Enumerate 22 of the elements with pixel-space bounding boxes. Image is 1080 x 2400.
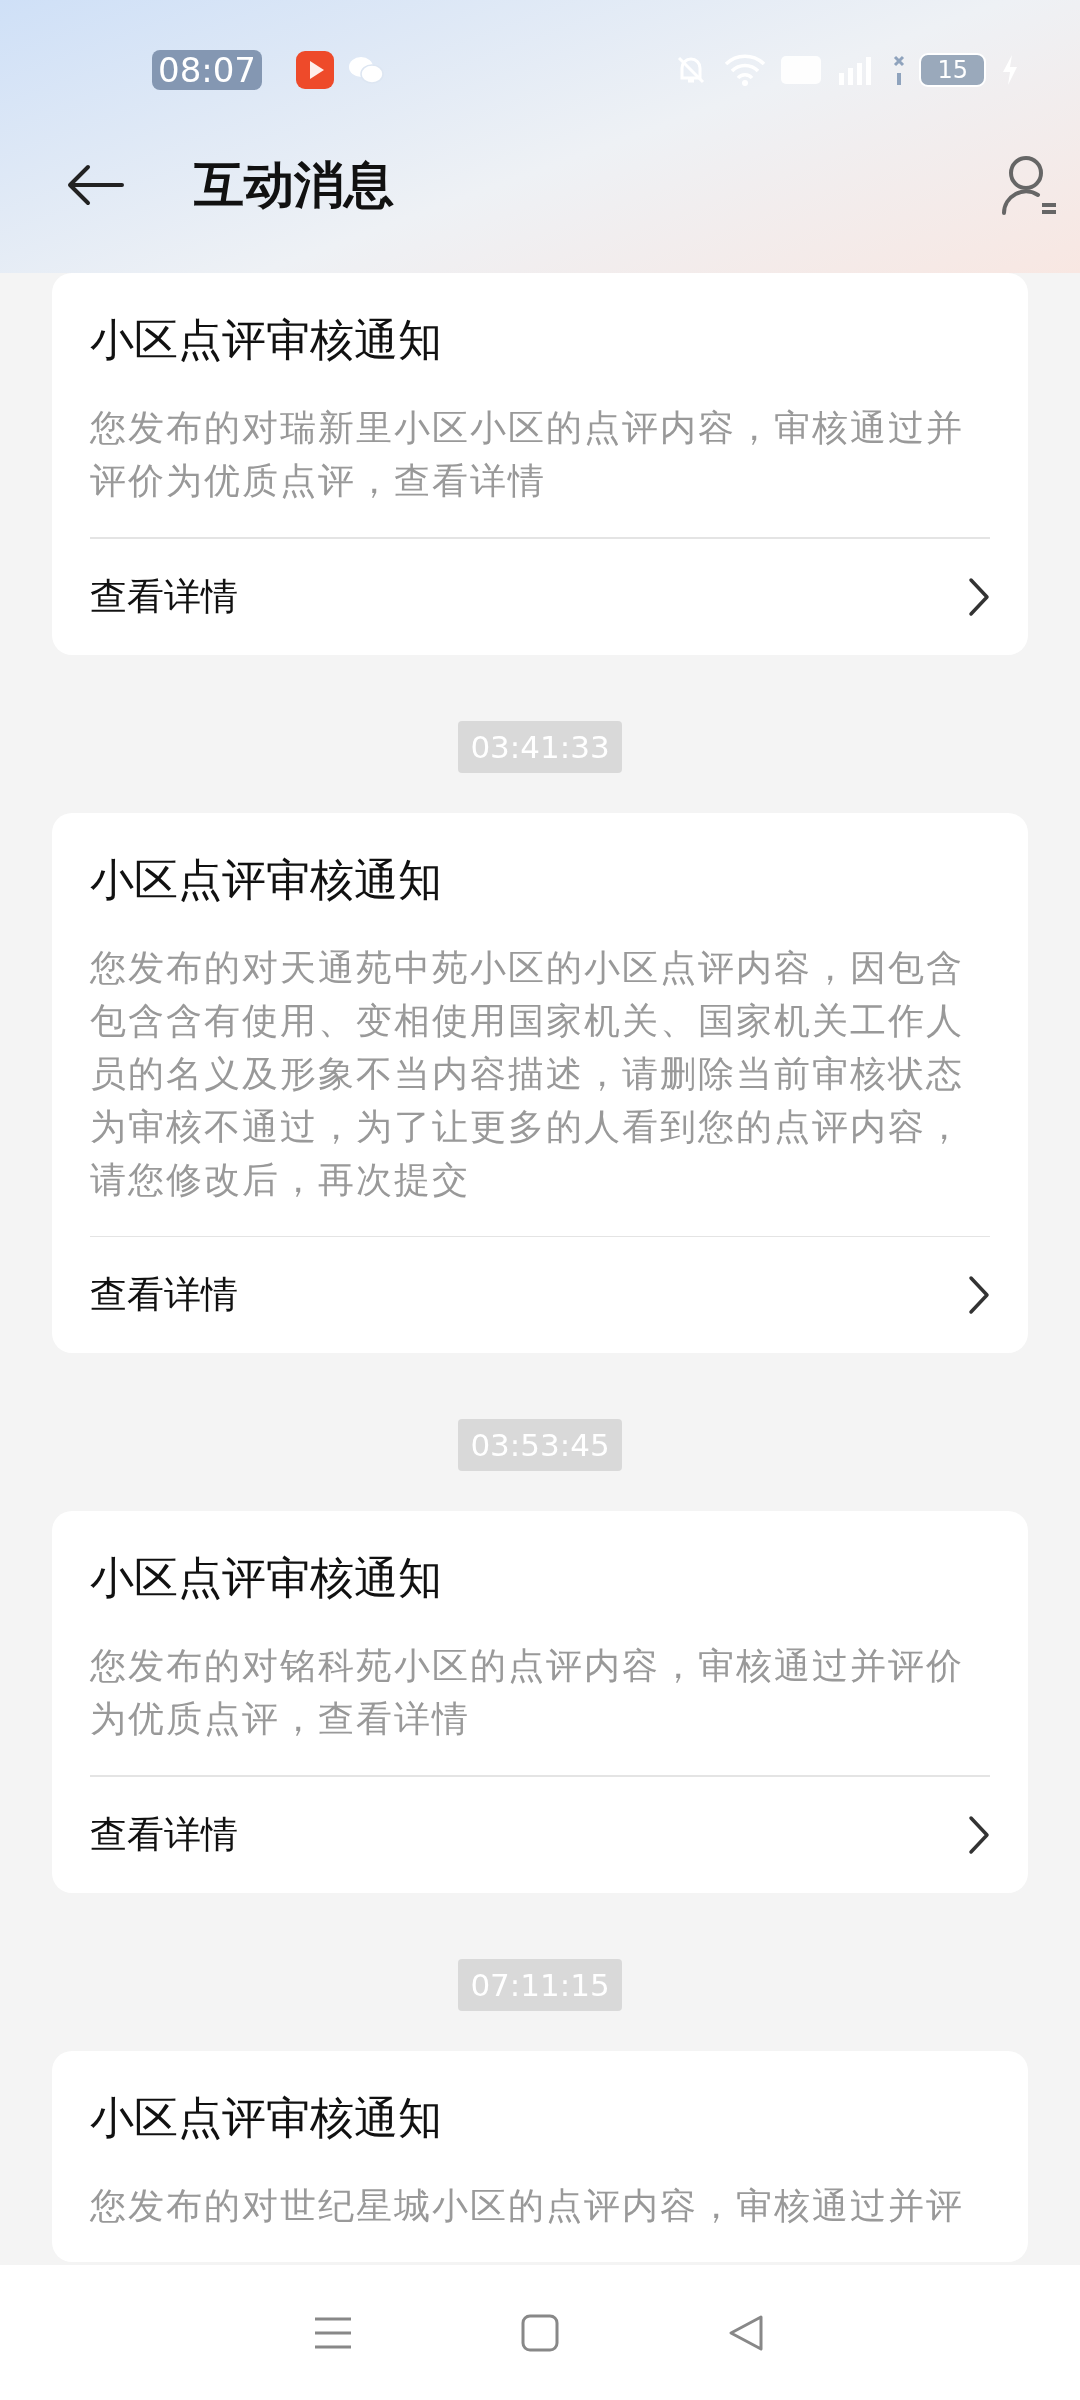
clock-time: 08:07 [152, 50, 262, 90]
message-title: 小区点评审核通知 [90, 2090, 443, 2145]
message-text: 您发布的对天通苑中苑小区的小区点评内容，因包含包含含有使用、变相使用国家机关、国家机关工作人员的名义及形象不当内容描述，请删除当前审核状态为审核不通过，为了让更多的人看到您的点评内容，请您修改后，再次提交 [90, 945, 965, 1202]
back-arrow-icon[interactable] [66, 163, 126, 207]
view-details-link[interactable]: 查看详情 [90, 1237, 990, 1353]
home-square-icon[interactable] [520, 2312, 560, 2353]
message-title: 小区点评审核通知 [90, 1551, 443, 1605]
view-details-link[interactable]: 查看详情 [90, 1776, 990, 1893]
view-details-link[interactable]: 查看详情 [90, 538, 990, 655]
message-text: 您发布的对世纪星城小区的点评内容，审核通过并评 [90, 2183, 965, 2228]
battery-icon: 15 [919, 53, 986, 87]
message-title: 小区点评审核通知 [90, 313, 443, 367]
page-title: 互动消息 [194, 154, 394, 216]
message-title: 小区点评审核通知 [90, 852, 443, 907]
video-app-icon [296, 51, 334, 89]
no-signal-icon [893, 55, 906, 85]
chat-app-icon [348, 55, 384, 85]
chevron-right-icon [968, 1814, 990, 1855]
message-text: 您发布的对铭科苑小区的点评内容，审核通过并评价为优质点评，查看详情 [90, 1644, 965, 1741]
chevron-right-icon [968, 1275, 990, 1315]
chevron-right-icon [968, 576, 990, 617]
message-text: 您发布的对瑞新里小区小区的点评内容，审核通过并评价为优质点评，查看详情 [90, 406, 965, 503]
